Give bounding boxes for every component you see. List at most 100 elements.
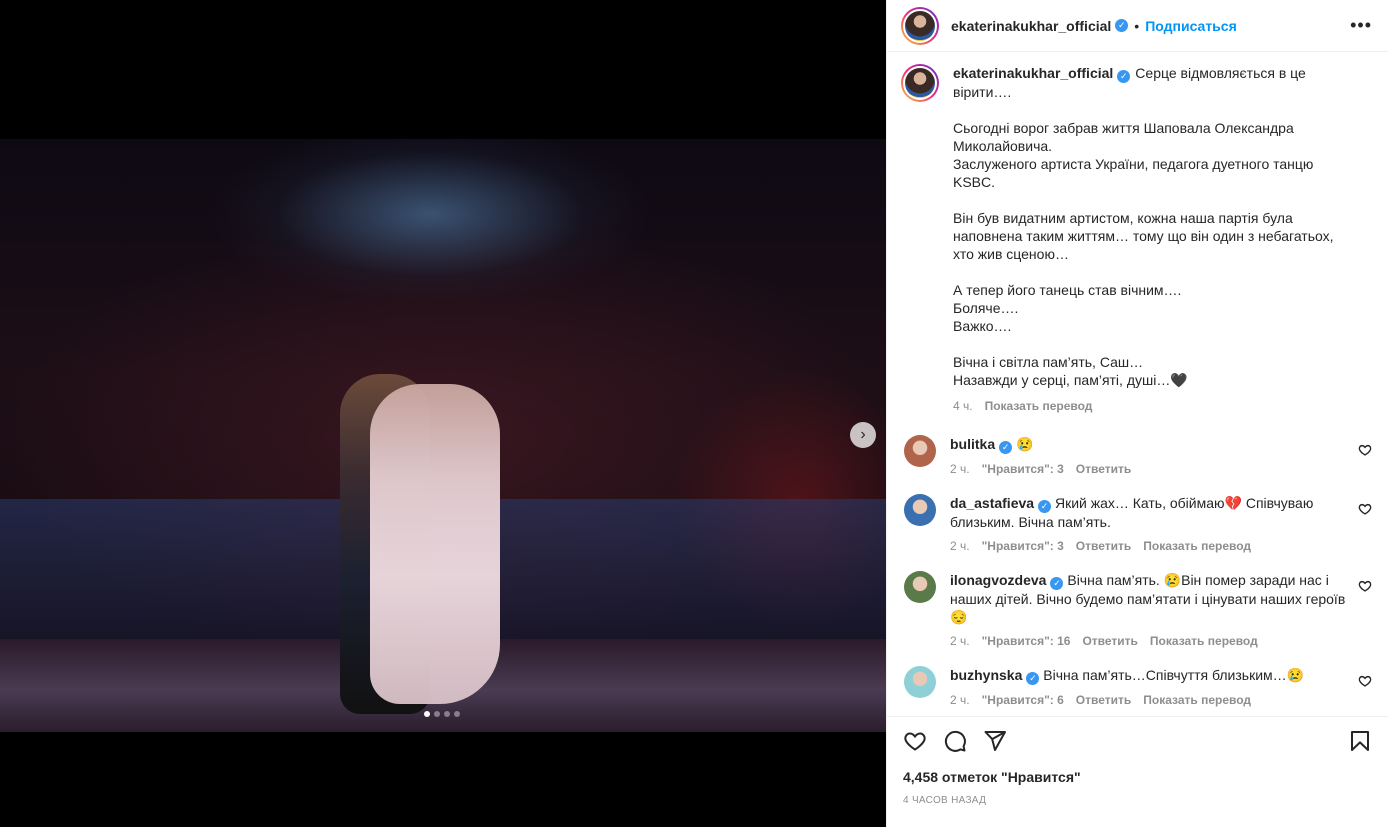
comment-reply-button[interactable]: Ответить xyxy=(1076,691,1131,709)
comment-text: 😢 xyxy=(1016,436,1034,452)
author-username[interactable]: ekaterinakukhar_official xyxy=(951,18,1111,34)
carousel-dot xyxy=(444,711,450,717)
post-header: ekaterinakukhar_official ✓ • Подписаться… xyxy=(887,0,1388,52)
caption-line: А тепер його танець став вічним…. xyxy=(953,282,1182,298)
comment-username[interactable]: da_astafieva xyxy=(950,495,1034,511)
photo-dancer-female xyxy=(370,384,500,704)
post-side-panel: ekaterinakukhar_official ✓ • Подписаться… xyxy=(886,0,1388,827)
comment-body: bulitka ✓ 😢 2 ч. "Нравится": 3 Ответить xyxy=(950,435,1372,478)
follow-button[interactable]: Подписаться xyxy=(1145,18,1237,34)
caption-username[interactable]: ekaterinakukhar_official xyxy=(953,65,1113,81)
comment-text-line: ilonagvozdeva ✓ Вічна пам’ять. 😢Він помер… xyxy=(950,571,1350,626)
comments-list[interactable]: ekaterinakukhar_official ✓ Серце відмовляє… xyxy=(887,52,1388,716)
comment-body: ilonagvozdeva ✓ Вічна пам’ять. 😢Він помер… xyxy=(950,571,1372,650)
caption-line xyxy=(953,101,1350,119)
comment-reply-button[interactable]: Ответить xyxy=(1076,537,1131,555)
comment-time: 2 ч. xyxy=(950,693,970,707)
caption-line: ekaterinakukhar_official ✓ Серце відмовляє… xyxy=(953,64,1350,101)
carousel-dot xyxy=(424,711,430,717)
photo-dancers xyxy=(300,364,540,732)
comment-meta: 2 ч. "Нравится": 16 Ответить Показать пе… xyxy=(950,632,1350,650)
comment-meta: 2 ч. "Нравится": 6 Ответить Показать пер… xyxy=(950,691,1350,709)
caption-line: Він був видатним артистом, кожна наша па… xyxy=(953,210,1334,262)
caption-text: ekaterinakukhar_official ✓ Серце відмовляє… xyxy=(953,64,1350,389)
comment-body: buzhynska ✓ Вічна пам’ять…Співчуття близь… xyxy=(950,666,1372,709)
comment-likes[interactable]: "Нравится": 6 xyxy=(982,691,1064,709)
comment-text: Вічна пам’ять…Співчуття близьким…😢 xyxy=(1043,667,1305,683)
comment-heart-icon[interactable] xyxy=(1358,502,1372,516)
comment-reply-button[interactable]: Ответить xyxy=(1076,460,1131,478)
comment-likes[interactable]: "Нравится": 3 xyxy=(982,460,1064,478)
caption-line xyxy=(953,335,1350,353)
comment-avatar[interactable] xyxy=(904,494,936,526)
comment-reply-button[interactable]: Ответить xyxy=(1082,632,1137,650)
verified-badge-icon: ✓ xyxy=(1026,672,1040,685)
comment-avatar[interactable] xyxy=(904,571,936,603)
comment-row: da_astafieva ✓ Який жах… Кать, обіймаю💔 С… xyxy=(901,494,1372,555)
carousel-dot xyxy=(434,711,440,717)
caption-line: Важко…. xyxy=(953,318,1012,334)
comment-username[interactable]: ilonagvozdeva xyxy=(950,572,1046,588)
caption-line: Боляче…. xyxy=(953,300,1019,316)
caption-line: Назавжди у серці, пам’яті, душі…🖤 xyxy=(953,372,1188,388)
caption-author-avatar[interactable] xyxy=(901,64,939,102)
comment-time: 2 ч. xyxy=(950,462,970,476)
caption: ekaterinakukhar_official ✓ Серце відмовляє… xyxy=(901,64,1372,415)
author-avatar[interactable] xyxy=(901,6,939,45)
comment-text-line: buzhynska ✓ Вічна пам’ять…Співчуття близь… xyxy=(950,666,1350,685)
heart-icon[interactable] xyxy=(903,729,927,753)
likes-count[interactable]: 4,458 отметок "Нравится" xyxy=(903,769,1372,785)
caption-line xyxy=(953,191,1350,209)
post-media: › xyxy=(0,0,886,827)
comment-row: buzhynska ✓ Вічна пам’ять…Співчуття близь… xyxy=(901,666,1372,709)
caption-line xyxy=(953,263,1350,281)
comment-translate-link[interactable]: Показать перевод xyxy=(1143,537,1251,555)
comment-text-line: da_astafieva ✓ Який жах… Кать, обіймаю💔 С… xyxy=(950,494,1350,531)
post-actions: 4,458 отметок "Нравится" 4 ЧАСОВ НАЗАД xyxy=(887,716,1388,827)
caption-time: 4 ч. xyxy=(953,399,973,413)
caption-meta: 4 ч. Показать перевод xyxy=(953,397,1350,415)
share-icon[interactable] xyxy=(983,729,1007,753)
comment-rows: bulitka ✓ 😢 2 ч. "Нравится": 3 Ответить d… xyxy=(901,435,1372,709)
chevron-right-icon: › xyxy=(860,426,866,443)
caption-body: ekaterinakukhar_official ✓ Серце відмовляє… xyxy=(953,64,1372,415)
comment-avatar[interactable] xyxy=(904,666,936,698)
verified-badge-icon: ✓ xyxy=(1117,70,1131,83)
caption-line: Сьогодні ворог забрав життя Шаповала Оле… xyxy=(953,120,1294,154)
comment-row: ilonagvozdeva ✓ Вічна пам’ять. 😢Він помер… xyxy=(901,571,1372,650)
carousel-next-button[interactable]: › xyxy=(850,422,876,448)
more-icon[interactable]: ••• xyxy=(1350,15,1372,36)
carousel-dots xyxy=(424,711,460,717)
comment-time: 2 ч. xyxy=(950,539,970,553)
verified-badge-icon: ✓ xyxy=(999,441,1013,454)
comment-translate-link[interactable]: Показать перевод xyxy=(1143,691,1251,709)
comment-body: da_astafieva ✓ Який жах… Кать, обіймаю💔 С… xyxy=(950,494,1372,555)
comment-heart-icon[interactable] xyxy=(1358,443,1372,457)
comment-likes[interactable]: "Нравится": 16 xyxy=(982,632,1071,650)
comment-heart-icon[interactable] xyxy=(1358,674,1372,688)
verified-badge-icon: ✓ xyxy=(1050,577,1064,590)
comment-meta: 2 ч. "Нравится": 3 Ответить Показать пер… xyxy=(950,537,1350,555)
post-timestamp: 4 ЧАСОВ НАЗАД xyxy=(903,795,987,806)
comment-translate-link[interactable]: Показать перевод xyxy=(1150,632,1258,650)
bookmark-icon[interactable] xyxy=(1348,729,1372,753)
comment-avatar[interactable] xyxy=(904,435,936,467)
comment-icon[interactable] xyxy=(943,729,967,753)
comment-username[interactable]: bulitka xyxy=(950,436,995,452)
carousel-dot xyxy=(454,711,460,717)
comment-row: bulitka ✓ 😢 2 ч. "Нравится": 3 Ответить xyxy=(901,435,1372,478)
caption-line: Вічна і світла пам’ять, Саш… xyxy=(953,354,1144,370)
comment-username[interactable]: buzhynska xyxy=(950,667,1022,683)
comment-meta: 2 ч. "Нравится": 3 Ответить xyxy=(950,460,1350,478)
post-photo[interactable] xyxy=(0,139,886,732)
comment-heart-icon[interactable] xyxy=(1358,579,1372,593)
verified-badge-icon: ✓ xyxy=(1038,500,1052,513)
verified-badge-icon: ✓ xyxy=(1115,19,1129,32)
caption-translate-link[interactable]: Показать перевод xyxy=(985,397,1093,415)
caption-line: Заслуженого артиста України, педагога ду… xyxy=(953,156,1314,190)
comment-time: 2 ч. xyxy=(950,634,970,648)
separator-bullet: • xyxy=(1134,17,1140,34)
action-icons xyxy=(903,729,1372,753)
comment-text-line: bulitka ✓ 😢 xyxy=(950,435,1350,454)
comment-likes[interactable]: "Нравится": 3 xyxy=(982,537,1064,555)
